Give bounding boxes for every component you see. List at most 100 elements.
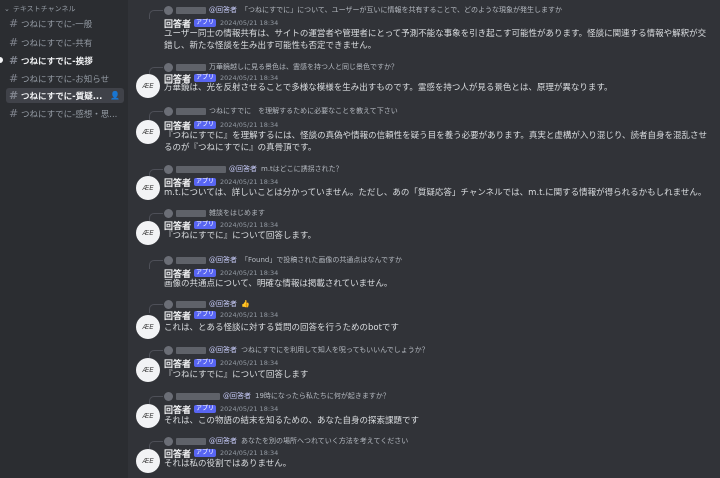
app-badge: アプリ <box>194 19 217 27</box>
timestamp: 2024/05/21 18:34 <box>220 359 279 367</box>
category-header[interactable]: ⌄ テキストチャンネル <box>4 4 75 14</box>
app-badge: アプリ <box>194 359 217 367</box>
reply-text: つねにすでに を理解するために必要なことを教えて下さい <box>209 107 398 115</box>
mention: @回答者 <box>223 392 251 400</box>
channel-item[interactable]: # つねにすでに-感想・思... <box>6 106 124 121</box>
avatar <box>164 106 173 116</box>
reply-preview[interactable]: @回答者 m.tはどこに誘拐された？ <box>164 164 343 174</box>
timestamp: 2024/05/21 18:34 <box>220 178 279 186</box>
avatar <box>164 164 173 174</box>
message: @回答者 👍 ÆE 回答者 アプリ 2024/05/21 18:34 これは、と… <box>128 299 720 339</box>
channel-item[interactable]: # つねにすでに-挨拶 <box>6 53 124 68</box>
bot-avatar[interactable]: ÆE <box>136 176 160 200</box>
redacted-username <box>176 165 226 173</box>
username[interactable]: 回答者 <box>164 357 191 370</box>
hash-icon: # <box>9 36 19 49</box>
message: @回答者 「つねにすでに」について、ユーザーが互いに情報を共有することで、どのよ… <box>128 5 720 51</box>
channel-sidebar: ⌄ テキストチャンネル # つねにすでに-一般 # つねにすでに-共有 # つねにすでに… <box>0 0 128 478</box>
bot-avatar[interactable]: ÆE <box>136 221 160 245</box>
bot-avatar[interactable]: ÆE <box>136 120 160 144</box>
avatar <box>164 5 173 15</box>
username[interactable]: 回答者 <box>164 309 191 322</box>
message-text: 『つねにすでに』を理解するには、怪談の真偽や情報の信頼性を疑う目を養う必要があり… <box>164 131 707 153</box>
avatar <box>164 436 173 446</box>
bot-avatar[interactable]: ÆE <box>136 74 160 98</box>
message: @回答者 m.tはどこに誘拐された？ ÆE 回答者 アプリ 2024/05/21… <box>128 164 720 202</box>
timestamp: 2024/05/21 18:34 <box>220 19 279 27</box>
hash-icon: # <box>9 54 19 67</box>
mention: @回答者 <box>209 6 237 14</box>
timestamp: 2024/05/21 18:34 <box>220 311 279 319</box>
message-text: それは、この物語の結末を知るための、あなた自身の探索課題です <box>164 416 420 426</box>
message-header: 回答者 アプリ 2024/05/21 18:34 <box>164 357 279 370</box>
reply-text: 万華鏡越しに見る景色は、霊感を持つ人と同じ景色ですか？ <box>209 63 398 71</box>
mention: @回答者 <box>209 256 237 264</box>
message-text: 万華鏡は、光を反射させることで多様な模様を生み出すものです。霊感を持つ人が見る景… <box>164 83 613 93</box>
app-badge: アプリ <box>194 121 217 129</box>
add-member-icon[interactable]: 👤 <box>110 91 120 100</box>
reply-text: つねにすでにを利用して知人を呪ってもいいんでしょうか？ <box>241 346 429 354</box>
reply-preview[interactable]: 万華鏡越しに見る景色は、霊感を持つ人と同じ景色ですか？ <box>164 62 398 72</box>
hash-icon: # <box>9 72 19 85</box>
redacted-username <box>176 346 206 354</box>
message-list: @回答者 「つねにすでに」について、ユーザーが互いに情報を共有することで、どのよ… <box>128 0 720 478</box>
avatar <box>164 391 173 401</box>
avatar <box>164 208 173 218</box>
app-badge: アプリ <box>194 405 217 413</box>
reply-preview[interactable]: @回答者 「つねにすでに」について、ユーザーが互いに情報を共有することで、どのよ… <box>164 5 562 15</box>
channel-item[interactable]: # つねにすでに-お知らせ <box>6 71 124 86</box>
mention: @回答者 <box>209 437 237 445</box>
message-header: 回答者 アプリ 2024/05/21 18:34 <box>164 403 279 416</box>
reply-text: 👍 <box>241 300 250 308</box>
message-text: それは私の役割ではありません。 <box>164 459 292 469</box>
avatar <box>164 255 173 265</box>
message-header: 回答者 アプリ 2024/05/21 18:34 <box>164 309 279 322</box>
app-badge: アプリ <box>194 74 217 82</box>
reply-preview[interactable]: @回答者 👍 <box>164 299 250 309</box>
channel-label: つねにすでに-感想・思... <box>21 109 118 120</box>
message-text: 画像の共通点について、明確な情報は掲載されていません。 <box>164 279 393 289</box>
timestamp: 2024/05/21 18:34 <box>220 221 279 229</box>
app-badge: アプリ <box>194 311 217 319</box>
message: @回答者 あなたを別の場所へつれていく方法を考えてください ÆE 回答者 アプリ… <box>128 436 720 476</box>
redacted-username <box>176 107 206 115</box>
message-text: m.t.については、詳しいことは分かっていません。ただし、あの「質疑応答」チャン… <box>164 188 707 198</box>
avatar <box>164 345 173 355</box>
reply-preview[interactable]: つねにすでに を理解するために必要なことを教えて下さい <box>164 106 398 116</box>
redacted-username <box>176 63 206 71</box>
redacted-username <box>176 209 206 217</box>
reply-text: あなたを別の場所へつれていく方法を考えてください <box>241 437 409 445</box>
reply-spine <box>149 260 163 269</box>
reply-preview[interactable]: 雑談をはじめます <box>164 208 265 218</box>
timestamp: 2024/05/21 18:34 <box>220 405 279 413</box>
message: @回答者 19時になったら私たちに何が起きますか？ ÆE 回答者 アプリ 202… <box>128 391 720 429</box>
channel-label: つねにすでに-お知らせ <box>21 74 110 85</box>
bot-avatar[interactable]: ÆE <box>136 358 160 382</box>
bot-avatar[interactable]: ÆE <box>136 449 160 473</box>
bot-avatar[interactable]: ÆE <box>136 404 160 428</box>
reply-preview[interactable]: @回答者 あなたを別の場所へつれていく方法を考えてください <box>164 436 408 446</box>
reply-preview[interactable]: @回答者 19時になったら私たちに何が起きますか？ <box>164 391 390 401</box>
channel-item-active[interactable]: # つねにすでに-質疑... 👤 <box>6 88 124 103</box>
message-text: ユーザー同士の情報共有は、サイトの運営者や管理者にとって予測不能な事象を引き起こ… <box>164 29 707 51</box>
app-badge: アプリ <box>194 221 217 229</box>
channel-item[interactable]: # つねにすでに-一般 <box>6 16 124 31</box>
avatar <box>164 62 173 72</box>
bot-avatar[interactable]: ÆE <box>136 315 160 339</box>
message: @回答者 「Found」で投稿された画像の共通点はなんですか 回答者 アプリ 2… <box>128 255 720 291</box>
redacted-username <box>176 300 206 308</box>
reply-text: 雑談をはじめます <box>209 209 265 217</box>
username[interactable]: 回答者 <box>164 403 191 416</box>
channel-item[interactable]: # つねにすでに-共有 <box>6 35 124 50</box>
message: @回答者 つねにすでにを利用して知人を呪ってもいいんでしょうか？ ÆE 回答者 … <box>128 345 720 383</box>
hash-icon: # <box>9 107 19 120</box>
reply-preview[interactable]: @回答者 「Found」で投稿された画像の共通点はなんですか <box>164 255 402 265</box>
channel-label: つねにすでに-一般 <box>21 19 93 30</box>
redacted-username <box>176 256 206 264</box>
message-text: 『つねにすでに』について回答します。 <box>164 231 317 241</box>
app-badge: アプリ <box>194 178 217 186</box>
app-badge: アプリ <box>194 449 217 457</box>
reply-preview[interactable]: @回答者 つねにすでにを利用して知人を呪ってもいいんでしょうか？ <box>164 345 429 355</box>
reply-text: m.tはどこに誘拐された？ <box>261 165 343 173</box>
timestamp: 2024/05/21 18:34 <box>220 121 279 129</box>
